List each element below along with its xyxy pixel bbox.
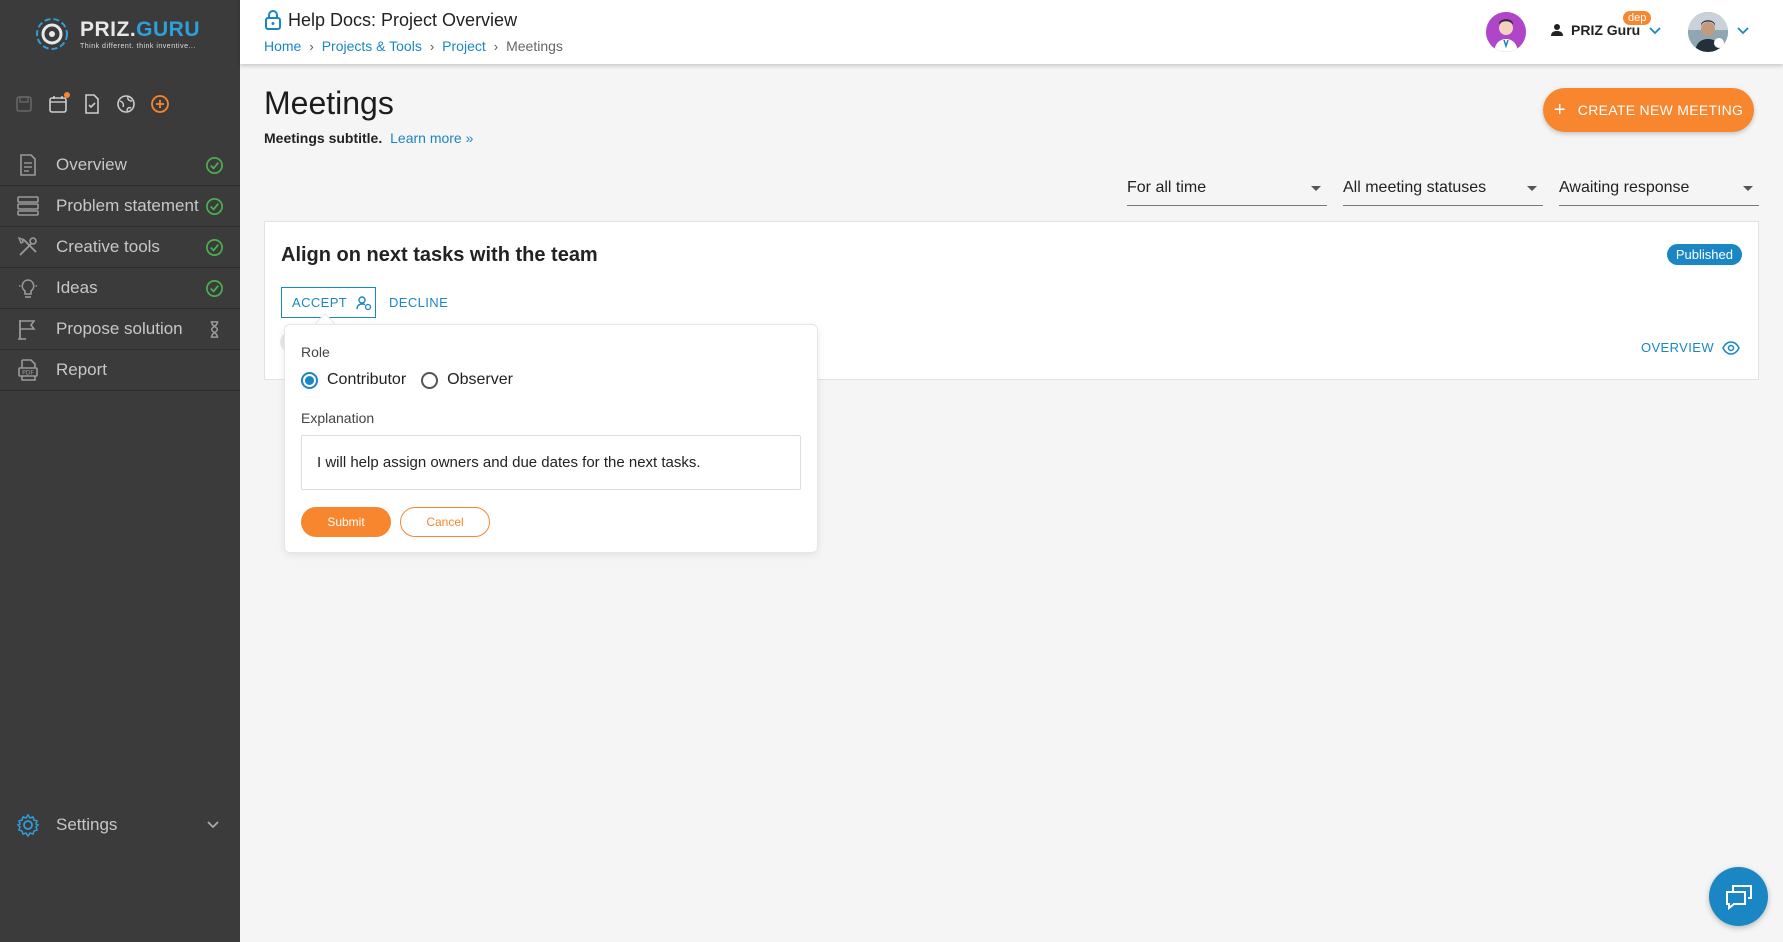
calendar-icon[interactable]: [48, 92, 70, 115]
pdf-icon: PDF: [16, 358, 40, 382]
assistant-avatar[interactable]: [1486, 12, 1526, 52]
sidebar-item-label: Propose solution: [56, 319, 183, 338]
stack-icon: [16, 194, 40, 218]
radio-checked-icon[interactable]: [301, 371, 318, 389]
page-title: Meetings: [264, 85, 394, 121]
role-radio-group: Contributor Observer: [301, 371, 528, 389]
sidebar-item-label: Creative tools: [56, 237, 160, 256]
learn-more-link[interactable]: Learn more »: [390, 130, 473, 146]
role-observer-option[interactable]: Observer: [421, 371, 513, 389]
page-header-title: Help Docs: Project Overview: [264, 9, 517, 31]
check-circle-icon: [206, 239, 223, 256]
person-icon: [1551, 24, 1563, 36]
sidebar-item-label: Overview: [56, 155, 127, 174]
role-option-label: Observer: [447, 371, 513, 388]
globe-icon[interactable]: [116, 93, 136, 115]
breadcrumb-projects-tools[interactable]: Projects & Tools: [322, 38, 422, 54]
check-circle-icon: [206, 198, 223, 215]
chevron-down-icon[interactable]: [1648, 25, 1662, 37]
sidebar-item-overview[interactable]: Overview: [0, 145, 240, 186]
flag-icon: [16, 317, 40, 341]
chevron-down-icon[interactable]: [1736, 25, 1750, 37]
response-filter-select[interactable]: Awaiting response: [1559, 173, 1759, 206]
role-option-label: Contributor: [327, 371, 407, 388]
time-filter-select[interactable]: For all time: [1127, 173, 1327, 206]
hourglass-icon: [210, 321, 219, 338]
status-filter-select[interactable]: All meeting statuses: [1343, 173, 1543, 206]
add-circle-icon[interactable]: [150, 93, 170, 115]
sidebar-nav: Overview Problem statement Creative tool…: [0, 145, 240, 391]
dropdown-arrow-icon: [1311, 186, 1321, 191]
quick-actions: [14, 92, 170, 115]
task-document-icon[interactable]: [82, 93, 102, 115]
sidebar-item-propose-solution[interactable]: Propose solution: [0, 309, 240, 350]
sidebar-item-ideas[interactable]: Ideas: [0, 268, 240, 309]
subtitle-text: Meetings subtitle.: [264, 130, 383, 146]
sidebar: PRIZ.GURU Think different. think inventi…: [0, 0, 240, 942]
dropdown-arrow-icon: [1527, 186, 1537, 191]
logo-icon: [36, 18, 68, 50]
role-badge: dep: [1623, 11, 1652, 25]
sidebar-item-label: Ideas: [56, 278, 98, 297]
page-subtitle: Meetings subtitle. Learn more »: [264, 130, 473, 146]
document-icon: [16, 153, 40, 177]
create-new-meeting-button[interactable]: + CREATE NEW MEETING: [1543, 88, 1754, 132]
meeting-title[interactable]: Align on next tasks with the team: [281, 244, 598, 267]
sidebar-item-problem-statement[interactable]: Problem statement: [0, 186, 240, 227]
breadcrumb-current: Meetings: [506, 38, 563, 54]
chat-icon: [1725, 884, 1752, 910]
gear-icon: [16, 813, 40, 838]
check-circle-icon: [206, 280, 223, 297]
profile-avatar[interactable]: [1688, 12, 1728, 52]
user-settings-icon: [356, 295, 372, 310]
top-header: Help Docs: Project Overview Home › Proje…: [240, 0, 1783, 64]
dropdown-arrow-icon: [1743, 186, 1753, 191]
sidebar-item-label: Report: [56, 360, 108, 379]
accept-label: ACCEPT: [292, 295, 348, 310]
breadcrumb-home[interactable]: Home: [264, 38, 301, 54]
breadcrumb-separator-icon: ›: [493, 38, 499, 54]
status-badge: Published: [1666, 244, 1742, 265]
submit-button[interactable]: Submit: [301, 507, 391, 537]
check-circle-icon: [206, 157, 223, 174]
logo-tagline: Think different. think inventive...: [80, 43, 196, 50]
cancel-button[interactable]: Cancel: [400, 507, 490, 537]
lock-icon: [265, 10, 281, 30]
accept-popover: Role Contributor Observer Explanation I …: [284, 324, 818, 553]
chevron-down-icon: [207, 821, 219, 829]
explanation-label: Explanation: [301, 410, 375, 426]
response-filter-value: Awaiting response: [1559, 179, 1690, 196]
breadcrumb-project[interactable]: Project: [442, 38, 486, 54]
settings-label: Settings: [56, 815, 118, 834]
sidebar-item-label: Problem statement: [56, 196, 199, 215]
plus-icon: +: [1553, 98, 1566, 121]
role-contributor-option[interactable]: Contributor: [301, 371, 406, 389]
status-filter-value: All meeting statuses: [1343, 179, 1487, 196]
logo-text: PRIZ.GURU: [80, 18, 201, 41]
sidebar-item-creative-tools[interactable]: Creative tools: [0, 227, 240, 268]
breadcrumb: Home › Projects & Tools › Project › Meet…: [264, 38, 563, 54]
eye-icon: [1722, 340, 1740, 355]
breadcrumb-separator-icon: ›: [429, 38, 435, 54]
time-filter-value: For all time: [1127, 179, 1207, 196]
notification-dot: [64, 92, 70, 98]
sidebar-item-report[interactable]: PDF Report: [0, 350, 240, 391]
explanation-input[interactable]: I will help assign owners and due dates …: [301, 435, 801, 490]
radio-unchecked-icon[interactable]: [421, 371, 439, 389]
project-title: Help Docs: Project Overview: [288, 9, 518, 30]
svg-text:PDF: PDF: [22, 370, 34, 377]
priz-guru-logo[interactable]: PRIZ.GURU Think different. think inventi…: [32, 10, 212, 56]
overview-label: OVERVIEW: [1640, 340, 1714, 355]
decline-button[interactable]: DECLINE: [389, 295, 448, 310]
sidebar-item-settings[interactable]: Settings: [0, 805, 240, 845]
breadcrumb-separator-icon: ›: [309, 38, 314, 54]
chat-support-button[interactable]: [1709, 867, 1768, 926]
create-button-label: CREATE NEW MEETING: [1577, 102, 1744, 118]
overview-button[interactable]: OVERVIEW: [1641, 340, 1740, 355]
lightbulb-icon: [16, 276, 40, 300]
save-icon[interactable]: [14, 93, 34, 115]
role-label: Role: [301, 344, 330, 360]
tools-icon: [16, 235, 40, 259]
accept-button[interactable]: ACCEPT: [281, 287, 376, 318]
